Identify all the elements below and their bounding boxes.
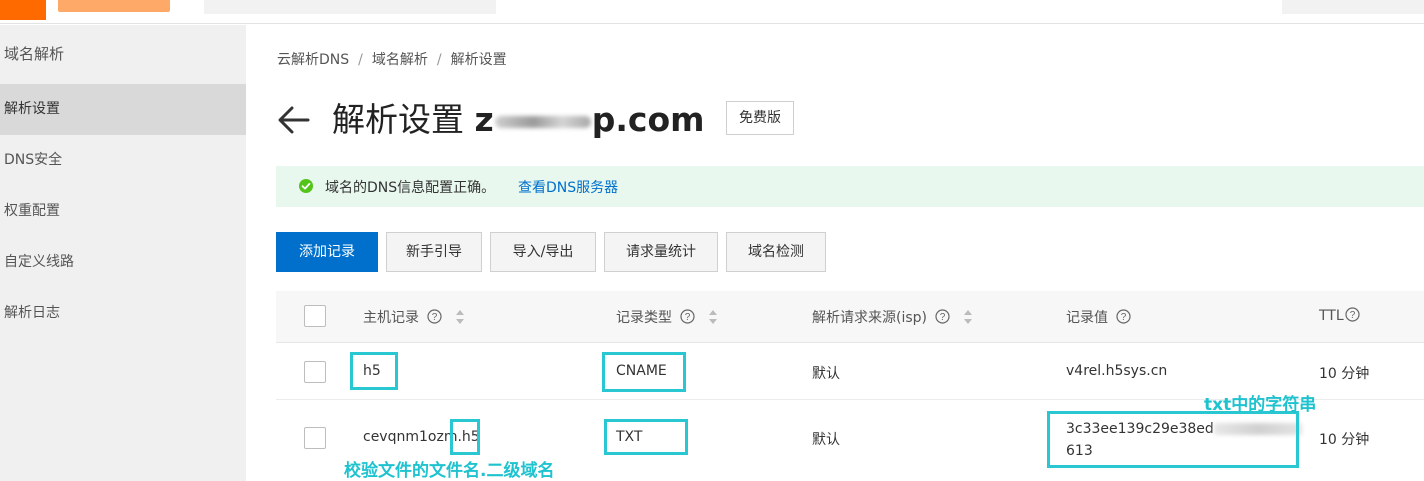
record-host-prefix: cevqnm1ozm. bbox=[363, 429, 462, 445]
column-header-value: 记录值 ? bbox=[1066, 307, 1132, 327]
plan-badge: 免费版 bbox=[726, 101, 794, 135]
sidebar: 域名解析 解析设置 DNS安全 权重配置 自定义线路 解析日志 bbox=[0, 25, 246, 481]
column-value-label: 记录值 bbox=[1066, 310, 1108, 326]
domain-name-start: z bbox=[474, 100, 494, 139]
redacted-value-part bbox=[1213, 423, 1302, 435]
record-type: CNAME bbox=[616, 363, 667, 379]
column-host-label: 主机记录 bbox=[363, 310, 419, 326]
domain-check-button[interactable]: 域名检测 bbox=[726, 232, 826, 272]
import-export-button[interactable]: 导入/导出 bbox=[490, 232, 596, 272]
record-value: 3c33ee139c29e38ed 613 bbox=[1066, 418, 1302, 462]
view-dns-servers-link[interactable]: 查看DNS服务器 bbox=[518, 177, 618, 197]
sidebar-item-dns-security[interactable]: DNS安全 bbox=[0, 135, 246, 186]
domain-name-end: p.com bbox=[591, 100, 705, 139]
record-value-line1: 3c33ee139c29e38ed bbox=[1066, 421, 1214, 437]
record-line: 默认 bbox=[812, 432, 840, 448]
brand-logo-text[interactable] bbox=[58, 0, 170, 12]
column-ttl-label: TTL bbox=[1319, 308, 1344, 324]
column-header-line: 解析请求来源(isp) ? bbox=[812, 307, 973, 327]
redacted-domain-part bbox=[494, 115, 591, 128]
dns-status-notice: 域名的DNS信息配置正确。 查看DNS服务器 bbox=[276, 166, 1424, 207]
page-title: 解析设置 z p.com bbox=[332, 97, 705, 143]
query-stats-button[interactable]: 请求量统计 bbox=[604, 232, 718, 272]
breadcrumb: 云解析DNS / 域名解析 / 解析设置 bbox=[277, 49, 507, 69]
row-checkbox[interactable] bbox=[304, 361, 326, 383]
record-host-suffix: h5 bbox=[461, 429, 480, 445]
help-icon[interactable]: ? bbox=[1345, 307, 1360, 322]
help-icon[interactable]: ? bbox=[680, 309, 696, 324]
back-arrow-icon[interactable] bbox=[276, 100, 312, 140]
column-header-host: 主机记录 ? bbox=[363, 307, 465, 327]
breadcrumb-item-cloud-dns[interactable]: 云解析DNS bbox=[277, 52, 349, 68]
top-nav-area bbox=[204, 0, 496, 14]
help-icon[interactable]: ? bbox=[935, 309, 951, 324]
select-all-checkbox[interactable] bbox=[304, 305, 326, 327]
top-navbar bbox=[0, 0, 1424, 24]
svg-text:?: ? bbox=[1121, 312, 1127, 323]
record-ttl: 10 分钟 bbox=[1319, 366, 1370, 382]
record-line: 默认 bbox=[812, 366, 840, 382]
record-value: v4rel.h5sys.cn bbox=[1066, 363, 1168, 379]
record-type: TXT bbox=[616, 429, 643, 445]
brand-logo-icon[interactable] bbox=[0, 0, 46, 20]
record-host: cevqnm1ozm.h5 bbox=[363, 429, 480, 445]
svg-text:?: ? bbox=[432, 312, 438, 323]
column-line-label: 解析请求来源(isp) bbox=[812, 310, 927, 326]
sort-icon[interactable] bbox=[708, 309, 718, 325]
breadcrumb-separator: / bbox=[358, 52, 363, 68]
add-record-button[interactable]: 添加记录 bbox=[276, 232, 378, 272]
sort-icon[interactable] bbox=[455, 309, 465, 325]
notice-message: 域名的DNS信息配置正确。 bbox=[325, 180, 496, 196]
records-table-header: 主机记录 ? 记录类型 ? 解析请求来源(isp) ? 记录值 ? TTL? bbox=[276, 291, 1424, 343]
sidebar-item-resolution-settings[interactable]: 解析设置 bbox=[0, 84, 246, 135]
check-circle-icon bbox=[299, 179, 313, 193]
annotation-filename: 校验文件的文件名.二级域名 bbox=[344, 461, 555, 481]
sidebar-item-resolution-log[interactable]: 解析日志 bbox=[0, 288, 246, 339]
breadcrumb-item-current: 解析设置 bbox=[450, 52, 507, 68]
row-checkbox[interactable] bbox=[304, 427, 326, 449]
svg-text:?: ? bbox=[1349, 310, 1355, 321]
sort-icon[interactable] bbox=[963, 309, 973, 325]
breadcrumb-separator: / bbox=[436, 52, 442, 68]
help-icon[interactable]: ? bbox=[1116, 309, 1132, 324]
column-type-label: 记录类型 bbox=[616, 310, 672, 326]
svg-text:?: ? bbox=[940, 312, 946, 323]
svg-text:?: ? bbox=[685, 312, 691, 323]
sidebar-item-custom-lines[interactable]: 自定义线路 bbox=[0, 237, 246, 288]
sidebar-item-weight-config[interactable]: 权重配置 bbox=[0, 186, 246, 237]
record-value-line2: 613 bbox=[1066, 443, 1093, 459]
column-header-ttl: TTL? bbox=[1319, 307, 1360, 324]
top-right-area bbox=[1282, 0, 1424, 14]
column-header-type: 记录类型 ? bbox=[616, 307, 718, 327]
page-title-text: 解析设置 bbox=[332, 100, 464, 139]
sidebar-title: 域名解析 bbox=[4, 45, 65, 63]
record-host: h5 bbox=[363, 363, 381, 379]
guide-button[interactable]: 新手引导 bbox=[386, 232, 482, 272]
record-ttl: 10 分钟 bbox=[1319, 432, 1370, 448]
help-icon[interactable]: ? bbox=[427, 309, 443, 324]
annotation-txt-string: txt中的字符串 bbox=[1204, 395, 1317, 415]
breadcrumb-item-domain-resolution[interactable]: 域名解析 bbox=[372, 52, 428, 68]
